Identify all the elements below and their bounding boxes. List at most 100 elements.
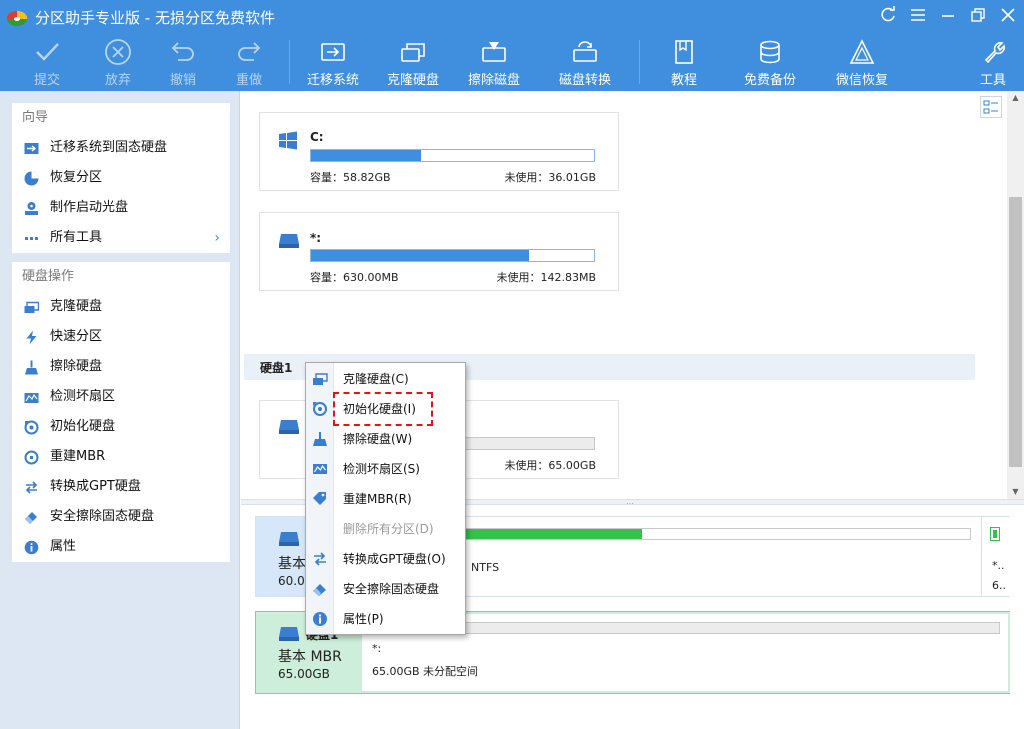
restore-logo-icon bbox=[849, 39, 875, 64]
partition-usage-bar bbox=[310, 149, 595, 162]
wizard-section: 向导 迁移系统到固态硬盘 恢复分区 制作启动光盘 所有工具 › bbox=[12, 103, 230, 253]
wipe-disk-icon bbox=[482, 42, 506, 62]
init-icon bbox=[24, 420, 39, 435]
sidebar-item-recover-partition[interactable]: 恢复分区 bbox=[12, 163, 230, 193]
unallocated-desc: 65.00GB 未分配空间 bbox=[372, 665, 479, 678]
chart-icon bbox=[313, 464, 327, 474]
disk1-unused: 未使用：65.00GB bbox=[504, 459, 596, 472]
convert-disk-icon bbox=[573, 41, 597, 62]
discard-label: 放弃 bbox=[104, 73, 131, 88]
redo-label: 重做 bbox=[235, 73, 262, 88]
app-logo-icon bbox=[6, 10, 28, 26]
toolbar-divider bbox=[639, 40, 640, 84]
sidebar-item-boot-disk[interactable]: 制作启动光盘 bbox=[12, 193, 230, 223]
drive-icon bbox=[279, 420, 299, 434]
highlight-annotation-box bbox=[333, 392, 433, 426]
left-sidebar: 向导 迁移系统到固态硬盘 恢复分区 制作启动光盘 所有工具 › 硬盘操作 克隆硬… bbox=[0, 91, 240, 729]
chevron-right-icon: › bbox=[214, 230, 220, 246]
partition-letter: *: bbox=[310, 231, 322, 245]
view-toggle-button[interactable] bbox=[980, 96, 1002, 118]
sidebar-item-rebuild-mbr[interactable]: 重建MBR bbox=[12, 442, 230, 472]
recover-icon bbox=[24, 171, 39, 186]
sidebar-item-label: 擦除硬盘 bbox=[50, 359, 103, 374]
sidebar-item-properties[interactable]: 属性 bbox=[12, 532, 230, 562]
sidebar-item-label: 快速分区 bbox=[50, 329, 103, 344]
list-view-icon bbox=[983, 100, 998, 114]
scroll-down-icon[interactable]: ▼ bbox=[1007, 485, 1024, 499]
partition-fs: NTFS bbox=[471, 561, 500, 574]
undo-label: 撤销 bbox=[169, 73, 196, 88]
undo-button[interactable]: 撤销 bbox=[158, 34, 208, 91]
sidebar-item-label: 初始化硬盘 bbox=[50, 419, 116, 434]
migrate-os-button[interactable]: 迁移系统 bbox=[303, 34, 363, 91]
scroll-up-icon[interactable]: ▲ bbox=[1007, 91, 1024, 105]
sidebar-item-secure-erase-ssd[interactable]: 安全擦除固态硬盘 bbox=[12, 502, 230, 532]
sidebar-item-label: 克隆硬盘 bbox=[50, 299, 103, 314]
toolbar: 提交 放弃 撤销 重做 迁移系统 克隆硬盘 擦除磁盘 磁盘转换 教程 免费备份 … bbox=[0, 34, 1024, 91]
clone-icon bbox=[24, 301, 39, 313]
redo-button[interactable]: 重做 bbox=[224, 34, 274, 91]
disk-operations-section: 硬盘操作 克隆硬盘 快速分区 擦除硬盘 检测坏扇区 初始化硬盘 重建MBR 转换… bbox=[12, 262, 230, 562]
refresh-icon[interactable] bbox=[877, 6, 899, 28]
small-usage-bar bbox=[990, 527, 1000, 541]
menu-item-wipe-disk[interactable]: 擦除硬盘(W) bbox=[306, 424, 466, 454]
sidebar-item-migrate-os[interactable]: 迁移系统到固态硬盘 bbox=[12, 133, 230, 163]
commit-button[interactable]: 提交 bbox=[22, 34, 72, 91]
broom-icon bbox=[25, 360, 38, 375]
broom-icon bbox=[313, 432, 327, 446]
clone-disk-button[interactable]: 克隆硬盘 bbox=[383, 34, 443, 91]
menu-item-delete-all-partitions[interactable]: 删除所有分区(D) bbox=[306, 514, 466, 544]
sidebar-item-wipe-disk[interactable]: 擦除硬盘 bbox=[12, 352, 230, 382]
close-icon[interactable] bbox=[997, 6, 1019, 28]
partition-unused: 未使用：36.01GB bbox=[504, 171, 596, 184]
clone-disk-icon bbox=[401, 43, 425, 62]
menu-item-clone-disk[interactable]: 克隆硬盘(C) bbox=[306, 364, 466, 394]
windows-logo-icon bbox=[279, 131, 297, 150]
window-title: 分区助手专业版 - 无损分区免费软件 bbox=[35, 9, 275, 27]
partition-usage-bar bbox=[310, 249, 595, 262]
drive-icon bbox=[279, 234, 299, 248]
menu-item-secure-erase-ssd[interactable]: 安全擦除固态硬盘 bbox=[306, 574, 466, 604]
menu-item-label: 克隆硬盘(C) bbox=[343, 372, 409, 386]
partition-capacity: 容量：58.82GB bbox=[310, 171, 391, 184]
sidebar-item-quick-partition[interactable]: 快速分区 bbox=[12, 322, 230, 352]
restore-icon[interactable] bbox=[967, 6, 989, 28]
discard-button[interactable]: 放弃 bbox=[93, 34, 143, 91]
sidebar-item-clone-disk[interactable]: 克隆硬盘 bbox=[12, 292, 230, 322]
vertical-scrollbar[interactable]: ▲ ▼ bbox=[1007, 91, 1024, 499]
scrollbar-thumb[interactable] bbox=[1009, 197, 1022, 467]
clone-disk-label: 克隆硬盘 bbox=[386, 73, 439, 88]
sidebar-item-initialize-disk[interactable]: 初始化硬盘 bbox=[12, 412, 230, 442]
convert-disk-button[interactable]: 磁盘转换 bbox=[555, 34, 615, 91]
dots-icon bbox=[25, 237, 38, 240]
menu-item-convert-gpt[interactable]: 转换成GPT硬盘(O) bbox=[306, 544, 466, 574]
partition-card-c[interactable]: C: 容量：58.82GB 未使用：36.01GB bbox=[259, 112, 619, 191]
menu-item-label: 属性(P) bbox=[343, 612, 384, 626]
database-icon bbox=[760, 40, 780, 64]
diskmap-small-partition[interactable]: *.. 6.. bbox=[981, 517, 1010, 596]
menu-item-rebuild-mbr[interactable]: 重建MBR(R) bbox=[306, 484, 466, 514]
menu-icon[interactable] bbox=[907, 6, 929, 28]
sidebar-item-convert-gpt[interactable]: 转换成GPT硬盘 bbox=[12, 472, 230, 502]
small-partition-size: 6.. bbox=[992, 579, 1006, 592]
partition-letter: C: bbox=[310, 130, 324, 144]
usage-fill bbox=[311, 250, 529, 261]
menu-item-properties[interactable]: 属性(P) bbox=[306, 604, 466, 634]
tag-icon bbox=[313, 492, 326, 505]
tools-button[interactable]: 工具 bbox=[972, 34, 1014, 91]
menu-item-check-bad-sectors[interactable]: 检测坏扇区(S) bbox=[306, 454, 466, 484]
free-backup-button[interactable]: 免费备份 bbox=[738, 34, 802, 91]
tutorial-button[interactable]: 教程 bbox=[659, 34, 709, 91]
sidebar-item-all-tools[interactable]: 所有工具 › bbox=[12, 223, 230, 253]
eraser-icon bbox=[25, 512, 37, 524]
sidebar-item-check-bad-sectors[interactable]: 检测坏扇区 bbox=[12, 382, 230, 412]
sidebar-item-label: 重建MBR bbox=[50, 449, 106, 464]
usage-fill bbox=[311, 150, 422, 161]
minimize-icon[interactable] bbox=[937, 6, 959, 28]
wechat-restore-button[interactable]: 微信恢复 bbox=[830, 34, 894, 91]
wipe-disk-button[interactable]: 擦除磁盘 bbox=[464, 34, 524, 91]
partition-card-recovery[interactable]: *: 容量：630.00MB 未使用：142.83MB bbox=[259, 212, 619, 291]
partition-usage-bar bbox=[456, 528, 971, 540]
info-icon bbox=[24, 540, 39, 555]
toolbar-divider bbox=[289, 40, 290, 84]
